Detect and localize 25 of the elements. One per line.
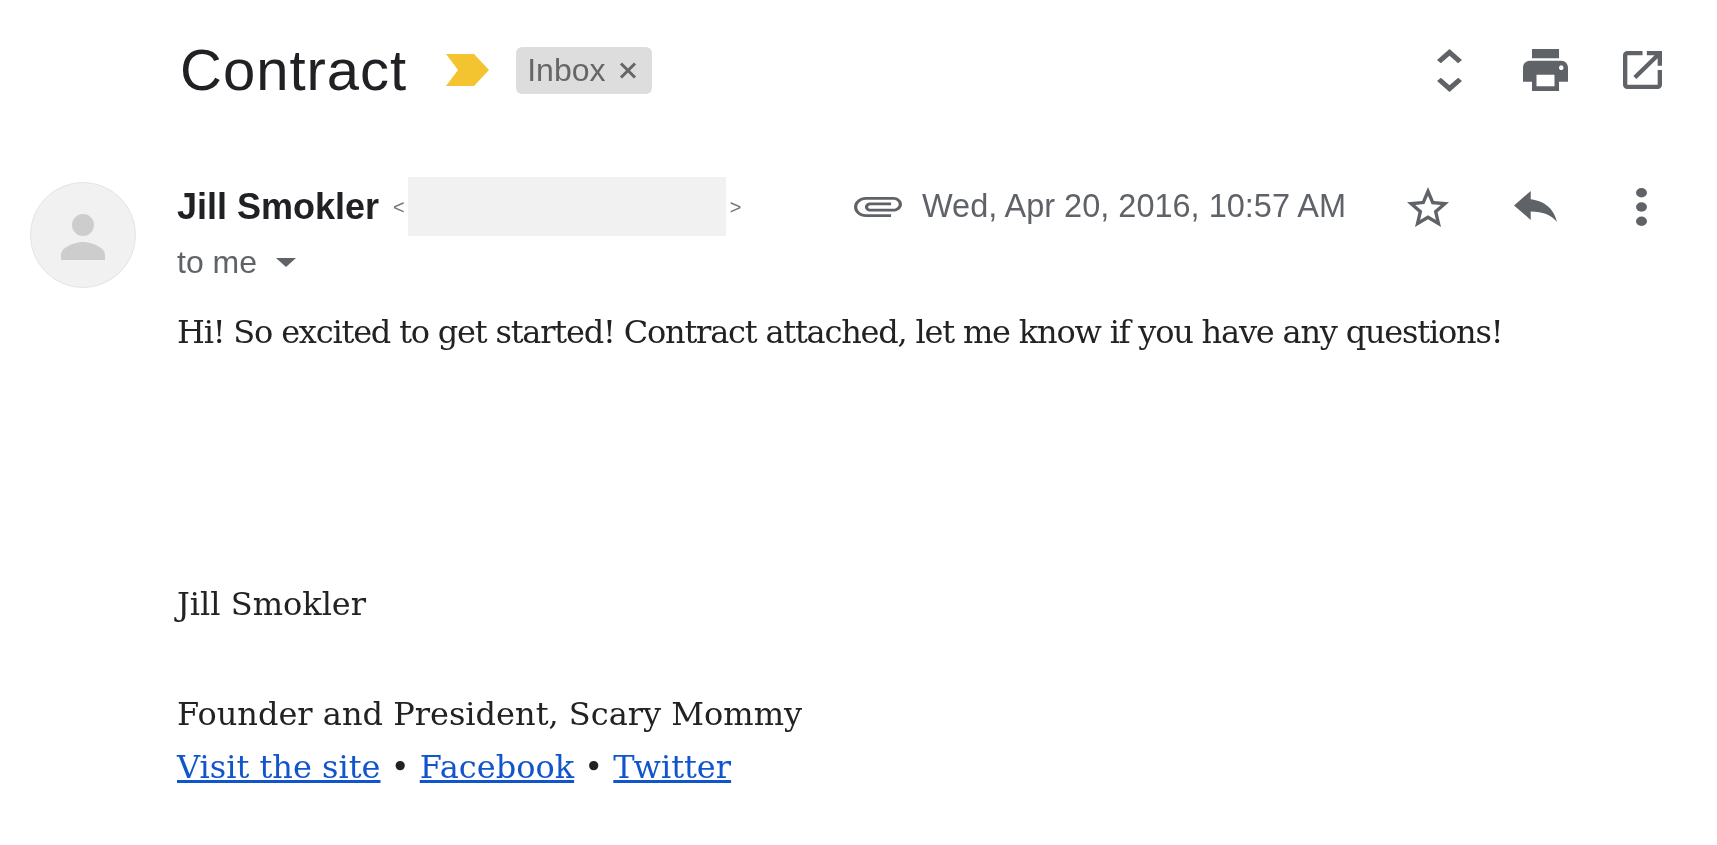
star-icon[interactable] [1407, 186, 1449, 227]
signature-title: Founder and President, Scary Mommy [177, 694, 803, 735]
reply-icon[interactable] [1514, 191, 1557, 222]
expand-collapse-icon[interactable] [1437, 48, 1462, 92]
link-separator: • [390, 748, 410, 786]
print-icon[interactable] [1523, 49, 1568, 91]
link-separator: • [584, 748, 604, 786]
message-date: Wed, Apr 20, 2016, 10:57 AM [922, 190, 1346, 223]
subject-title: Contract [180, 40, 408, 100]
label-text: Inbox [527, 54, 606, 86]
label-chip[interactable]: Inbox [516, 46, 653, 94]
caret-icon[interactable] [276, 257, 297, 267]
sender-name: Jill Smokler [177, 188, 380, 225]
close-icon[interactable] [619, 61, 638, 79]
signature-link[interactable]: Visit the site [177, 748, 381, 786]
address-bracket: > [729, 196, 742, 217]
signature-link[interactable]: Facebook [419, 748, 575, 786]
more-options-icon[interactable] [1636, 187, 1647, 226]
recipient-text: to me [177, 246, 258, 278]
chevron-marker-icon[interactable] [446, 54, 490, 86]
address-bracket: < [393, 196, 405, 217]
message-text: Hi! So excited to get started! Contract attached, let me know if you have any questions! [177, 312, 1503, 353]
avatar-icon [30, 182, 136, 288]
open-in-new-window-icon[interactable] [1623, 51, 1662, 89]
signature-link[interactable]: Twitter [613, 748, 732, 786]
